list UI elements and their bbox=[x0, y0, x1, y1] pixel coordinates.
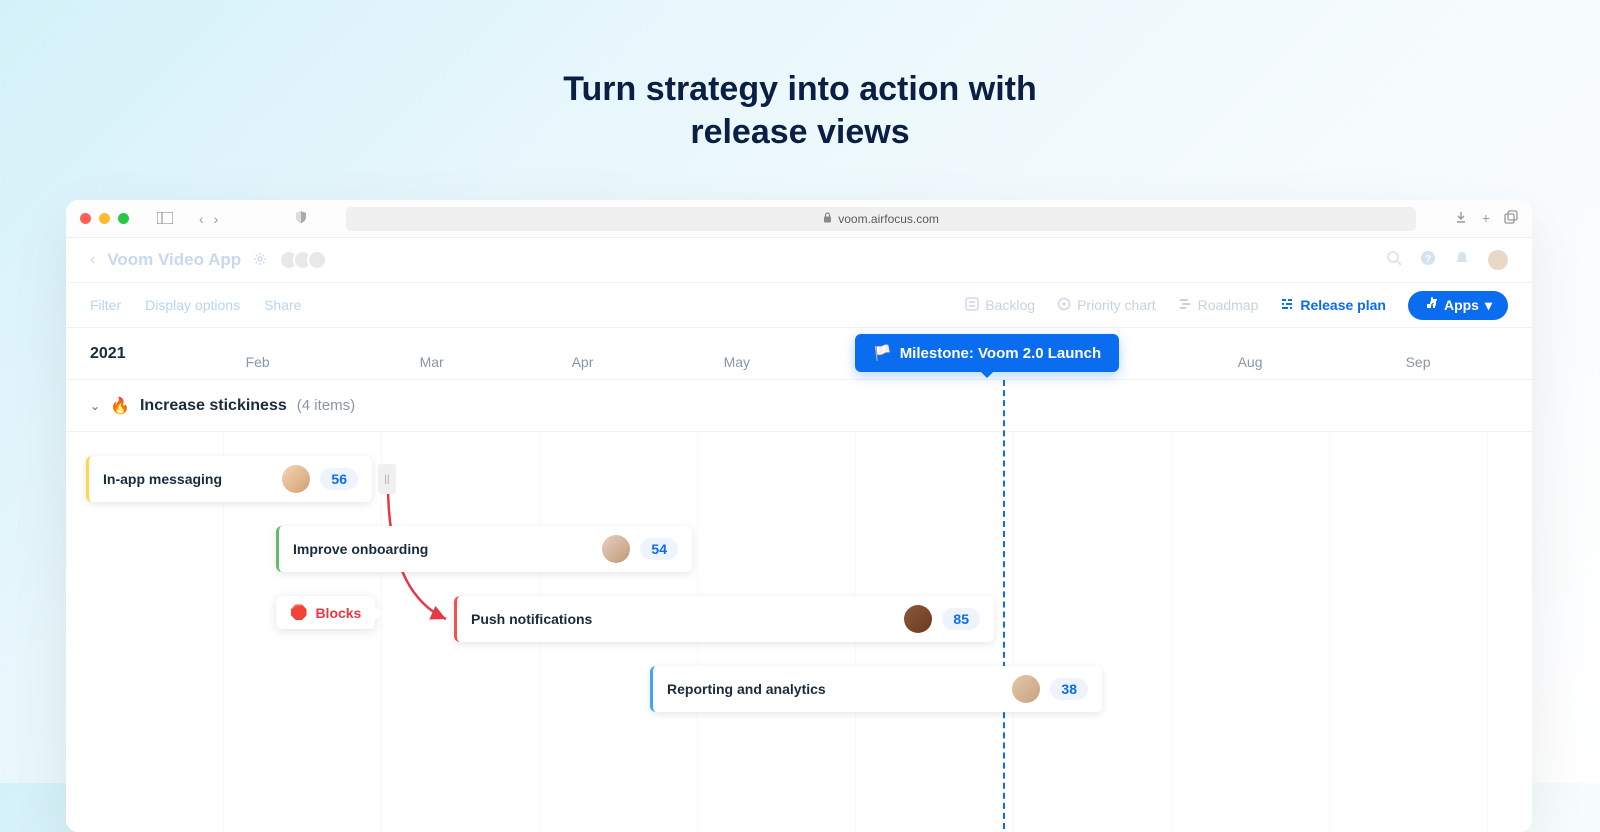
view-switcher: Backlog Priority chart Roadmap Release p… bbox=[965, 291, 1508, 320]
task-score: 85 bbox=[942, 608, 980, 630]
nav-forward-icon[interactable]: › bbox=[214, 211, 219, 227]
drag-handle-icon[interactable]: || bbox=[378, 464, 396, 494]
assignee-avatar[interactable] bbox=[904, 605, 932, 633]
task-title: Reporting and analytics bbox=[667, 681, 1002, 697]
help-icon[interactable]: ? bbox=[1420, 250, 1436, 271]
month-label: May bbox=[724, 354, 750, 370]
task-card[interactable]: Push notifications 85 bbox=[454, 596, 994, 642]
month-label: Sep bbox=[1406, 354, 1431, 370]
browser-chrome: ‹ › voom.airfocus.com + bbox=[66, 200, 1532, 238]
tabs-icon[interactable] bbox=[1504, 210, 1518, 227]
workspace-title[interactable]: Voom Video App bbox=[107, 250, 241, 270]
stop-icon: 🛑 bbox=[290, 604, 307, 621]
view-roadmap[interactable]: Roadmap bbox=[1178, 297, 1259, 314]
release-plan-icon bbox=[1280, 297, 1294, 314]
svg-text:?: ? bbox=[1425, 254, 1431, 265]
task-card[interactable]: In-app messaging 56 || bbox=[86, 456, 372, 502]
group-header[interactable]: ⌄ 🔥 Increase stickiness (4 items) bbox=[66, 380, 1532, 432]
url-text: voom.airfocus.com bbox=[838, 212, 939, 226]
gantt-chart: In-app messaging 56 || Improve onboardin… bbox=[66, 432, 1532, 832]
month-label: Aug bbox=[1238, 354, 1263, 370]
task-score: 54 bbox=[640, 538, 678, 560]
month-label: Feb bbox=[246, 354, 270, 370]
task-card[interactable]: Improve onboarding 54 bbox=[276, 526, 692, 572]
month-label: Apr bbox=[572, 354, 594, 370]
new-tab-icon[interactable]: + bbox=[1482, 210, 1490, 227]
gear-icon[interactable] bbox=[253, 252, 267, 269]
view-priority-chart[interactable]: Priority chart bbox=[1057, 297, 1156, 314]
header-right: ? bbox=[1386, 250, 1508, 271]
display-options-button[interactable]: Display options bbox=[145, 297, 240, 313]
group-count: (4 items) bbox=[297, 397, 355, 414]
view-release-plan[interactable]: Release plan bbox=[1280, 297, 1386, 314]
view-toolbar: Filter Display options Share Backlog Pri… bbox=[66, 282, 1532, 328]
share-button[interactable]: Share bbox=[264, 297, 301, 313]
apps-button-label: Apps bbox=[1444, 297, 1479, 313]
app-back-button[interactable]: ‹ bbox=[90, 251, 95, 269]
chevron-down-icon: ▾ bbox=[1485, 297, 1492, 314]
nav-arrows: ‹ › bbox=[199, 211, 218, 227]
assignee-avatar[interactable] bbox=[602, 535, 630, 563]
maximize-window-button[interactable] bbox=[118, 213, 129, 224]
task-title: In-app messaging bbox=[103, 471, 272, 487]
puzzle-icon bbox=[1424, 297, 1438, 314]
filter-button[interactable]: Filter bbox=[90, 297, 121, 313]
group-title: Increase stickiness bbox=[140, 397, 287, 415]
chrome-right: + bbox=[1454, 210, 1518, 227]
apps-button[interactable]: Apps ▾ bbox=[1408, 291, 1508, 320]
flag-icon: 🏳️ bbox=[873, 344, 892, 362]
milestone-badge[interactable]: 🏳️ Milestone: Voom 2.0 Launch bbox=[855, 334, 1119, 372]
blocks-relationship-badge[interactable]: 🛑 Blocks bbox=[276, 596, 375, 629]
headline-line2: release views bbox=[690, 113, 909, 151]
timeline-year: 2021 bbox=[90, 345, 126, 363]
headline-line1: Turn strategy into action with bbox=[563, 70, 1037, 108]
nav-back-icon[interactable]: ‹ bbox=[199, 211, 204, 227]
traffic-lights bbox=[80, 213, 129, 224]
view-priority-label: Priority chart bbox=[1077, 297, 1156, 313]
task-score: 56 bbox=[320, 468, 358, 490]
close-window-button[interactable] bbox=[80, 213, 91, 224]
assignee-avatar[interactable] bbox=[282, 465, 310, 493]
chevron-down-icon: ⌄ bbox=[90, 399, 100, 413]
privacy-shield-icon[interactable] bbox=[294, 210, 308, 227]
milestone-label: Milestone: Voom 2.0 Launch bbox=[900, 345, 1101, 362]
minimize-window-button[interactable] bbox=[99, 213, 110, 224]
target-icon bbox=[1057, 297, 1071, 314]
profile-avatar[interactable] bbox=[1488, 250, 1508, 270]
lock-icon bbox=[823, 212, 832, 226]
view-backlog[interactable]: Backlog bbox=[965, 297, 1035, 314]
task-score: 38 bbox=[1050, 678, 1088, 700]
timeline-header: 2021 Feb Mar Apr May Aug Sep 🏳️ Mileston… bbox=[66, 328, 1532, 380]
task-title: Push notifications bbox=[471, 611, 894, 627]
search-icon[interactable] bbox=[1386, 250, 1402, 271]
view-release-plan-label: Release plan bbox=[1300, 297, 1386, 313]
app-header: ‹ Voom Video App ? bbox=[66, 238, 1532, 282]
download-icon[interactable] bbox=[1454, 210, 1468, 227]
month-label: Mar bbox=[420, 354, 444, 370]
roadmap-icon bbox=[1178, 297, 1192, 314]
view-roadmap-label: Roadmap bbox=[1198, 297, 1259, 313]
browser-window: ‹ › voom.airfocus.com + ‹ Voom Video App bbox=[66, 200, 1532, 832]
collaborator-avatars[interactable] bbox=[279, 250, 327, 270]
notifications-icon[interactable] bbox=[1454, 250, 1470, 271]
url-bar[interactable]: voom.airfocus.com bbox=[346, 207, 1415, 231]
blocks-label: Blocks bbox=[315, 605, 361, 621]
sidebar-toggle-icon[interactable] bbox=[157, 211, 173, 227]
avatar bbox=[307, 250, 327, 270]
task-card[interactable]: Reporting and analytics 38 bbox=[650, 666, 1102, 712]
task-title: Improve onboarding bbox=[293, 541, 592, 557]
fire-icon: 🔥 bbox=[110, 396, 130, 416]
marketing-headline: Turn strategy into action with release v… bbox=[0, 0, 1600, 153]
view-backlog-label: Backlog bbox=[985, 297, 1035, 313]
assignee-avatar[interactable] bbox=[1012, 675, 1040, 703]
list-icon bbox=[965, 297, 979, 314]
